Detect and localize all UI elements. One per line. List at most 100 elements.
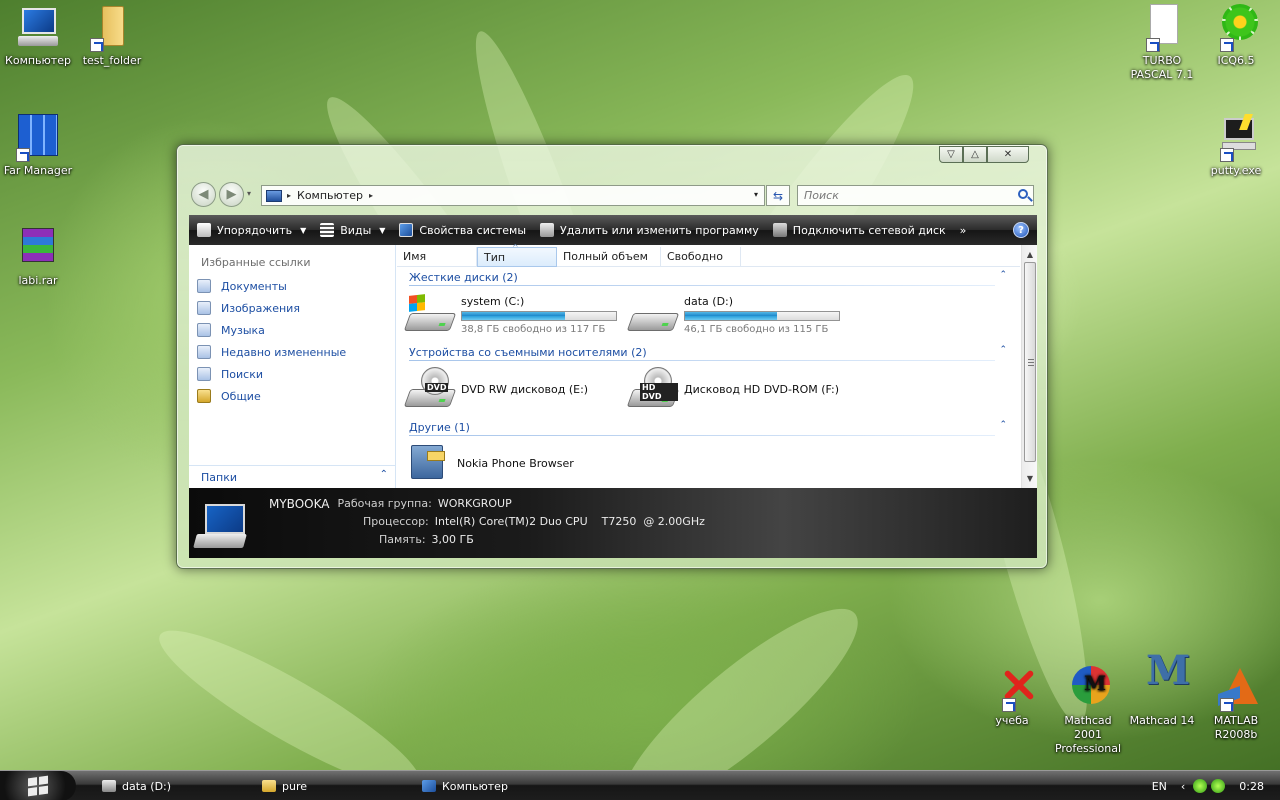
drive-f[interactable]: HD DVD Дисковод HD DVD-ROM (F:) [626, 367, 839, 407]
recent-icon [197, 345, 211, 359]
nav-link-searches[interactable]: Поиски [197, 367, 263, 381]
organize-button[interactable]: Упорядочить ▼ [197, 223, 306, 237]
nav-link-pictures[interactable]: Изображения [197, 301, 300, 315]
search-input[interactable]: Поиск [797, 185, 1034, 206]
scroll-down-button[interactable]: ▼ [1023, 471, 1037, 485]
views-icon [320, 223, 335, 237]
nav-link-label: Общие [221, 389, 261, 403]
system-tray: EN ‹ 0:28 [1152, 771, 1280, 800]
maximize-button[interactable]: △ [963, 146, 987, 163]
close-button[interactable]: ✕ [987, 146, 1029, 163]
desktop-icon-far-manager[interactable]: Far Manager [0, 114, 76, 178]
explorer-window[interactable]: ▽ △ ✕ ◀ ▶ ▾ ▸ Компьютер ▸ ▾ ⇆ Поиск Упор… [176, 144, 1048, 569]
minimize-button[interactable]: ▽ [939, 146, 963, 163]
navigation-bar: ◀ ▶ ▾ ▸ Компьютер ▸ ▾ ⇆ Поиск [191, 182, 1035, 208]
icq-tray-icon[interactable] [1193, 779, 1208, 793]
desktop-icon-label: labi.rar [18, 274, 58, 287]
refresh-button[interactable]: ⇆ [766, 185, 790, 206]
scroll-thumb[interactable] [1024, 262, 1036, 462]
recent-pages-dropdown[interactable]: ▾ [247, 189, 251, 198]
drive-icon [102, 780, 116, 792]
breadcrumb-computer[interactable]: Компьютер [297, 189, 363, 202]
forward-button[interactable]: ▶ [219, 182, 244, 207]
address-bar[interactable]: ▸ Компьютер ▸ ▾ [261, 185, 765, 206]
taskbar-button-computer[interactable]: Компьютер [422, 776, 508, 796]
back-button[interactable]: ◀ [191, 182, 216, 207]
show-hidden-icons-button[interactable]: ‹ [1181, 780, 1185, 793]
nav-link-music[interactable]: Музыка [197, 323, 265, 337]
help-button[interactable]: ? [1013, 222, 1029, 238]
nav-link-public[interactable]: Общие [197, 389, 261, 403]
group-header-removable[interactable]: Устройства со съемными носителями (2) ⌃ [409, 345, 1009, 362]
winrar-archive-icon [14, 224, 62, 272]
desktop-icon-ucheba[interactable]: учеба [974, 664, 1050, 728]
computer-icon [422, 780, 436, 792]
scroll-up-button[interactable]: ▲ [1023, 247, 1037, 261]
desktop-icon-mathcad-14[interactable]: M Mathcad 14 [1124, 651, 1200, 728]
breadcrumb-separator[interactable]: ▸ [369, 191, 373, 200]
group-header-other[interactable]: Другие (1) ⌃ [409, 420, 1009, 437]
views-button[interactable]: Виды ▼ [320, 223, 385, 237]
nav-link-documents[interactable]: Документы [197, 279, 287, 293]
column-header-free-space[interactable]: Свободно [661, 247, 741, 267]
memory-value: 3,00 ГБ [431, 533, 474, 546]
details-row-name: MYBOOKA Рабочая группа: WORKGROUP [269, 497, 512, 511]
group-title: Другие (1) [409, 421, 470, 434]
taskbar-button-label: Компьютер [442, 779, 508, 793]
hard-drive-windows-icon [403, 294, 457, 331]
chevron-down-icon: ▼ [300, 225, 307, 235]
folders-toggle[interactable]: Папки ⌃ [189, 465, 396, 488]
matlab-icon [1212, 664, 1260, 712]
uninstall-program-label: Удалить или изменить программу [560, 223, 759, 237]
language-indicator[interactable]: EN [1152, 780, 1167, 793]
putty-icon [1212, 114, 1260, 162]
nokia-phone-browser[interactable]: Nokia Phone Browser [409, 441, 574, 481]
drive-usage-bar [461, 311, 617, 321]
system-properties-button[interactable]: Свойства системы [399, 223, 526, 237]
desktop-icon-mathcad-2001[interactable]: M Mathcad 2001 Professional [1050, 664, 1126, 756]
desktop-icon-putty[interactable]: putty.exe [1198, 114, 1274, 178]
clock[interactable]: 0:28 [1239, 780, 1264, 793]
desktop-icon-test-folder[interactable]: test_folder [74, 4, 150, 68]
uninstall-program-button[interactable]: Удалить или изменить программу [540, 223, 759, 237]
map-network-drive-label: Подключить сетевой диск [792, 223, 946, 237]
drive-usage-fill [685, 312, 778, 320]
map-network-drive-button[interactable]: Подключить сетевой диск [772, 223, 946, 237]
desktop-icon-matlab[interactable]: MATLAB R2008b [1198, 664, 1274, 742]
drive-name: system (C:) [461, 295, 525, 308]
desktop-icon-label: Far Manager [3, 164, 73, 177]
more-commands-button[interactable]: » [960, 224, 967, 237]
folders-label: Папки [201, 471, 237, 484]
organize-label: Упорядочить [217, 223, 293, 237]
address-dropdown[interactable]: ▾ [754, 190, 758, 199]
views-label: Виды [340, 223, 372, 237]
desktop-icon-label: test_folder [82, 54, 142, 67]
search-placeholder: Поиск [804, 189, 839, 202]
column-header-total-size[interactable]: Полный объем [557, 247, 661, 267]
desktop-icon-computer[interactable]: Компьютер [0, 4, 76, 68]
details-row-memory: Память: 3,00 ГБ [379, 533, 474, 546]
desktop-icon-labi-rar[interactable]: labi.rar [0, 224, 76, 288]
breadcrumb-separator[interactable]: ▸ [287, 191, 291, 200]
vertical-scrollbar[interactable]: ▲ ▼ [1021, 245, 1037, 488]
column-header-name[interactable]: Имя [397, 247, 477, 267]
organize-icon [197, 223, 211, 237]
group-header-hard-disks[interactable]: Жесткие диски (2) ⌃ [409, 270, 1009, 287]
start-button[interactable] [0, 771, 76, 800]
chevron-up-icon: ⌃ [379, 469, 388, 480]
computer-name: MYBOOKA [269, 497, 330, 511]
drive-c[interactable]: system (C:) 38,8 ГБ свободно из 117 ГБ [403, 294, 617, 335]
network-tray-icon[interactable] [1211, 779, 1226, 793]
taskbar-button-data-d[interactable]: data (D:) [102, 776, 171, 796]
dvd-drive-icon: DVD [403, 367, 457, 407]
system-properties-label: Свойства системы [419, 223, 527, 237]
desktop-icon-turbo-pascal[interactable]: TURBO PASCAL 7.1 [1124, 4, 1200, 82]
search-icon[interactable] [1018, 189, 1028, 199]
desktop-icon-icq[interactable]: ICQ6.5 [1198, 4, 1274, 68]
nav-link-recently-changed[interactable]: Недавно измененные [197, 345, 346, 359]
column-header-type[interactable]: ^ Тип [477, 243, 557, 267]
taskbar-button-pure[interactable]: pure [262, 776, 307, 796]
drive-d[interactable]: data (D:) 46,1 ГБ свободно из 115 ГБ [626, 295, 840, 335]
memory-label: Память: [379, 533, 426, 546]
drive-e[interactable]: DVD DVD RW дисковод (E:) [403, 367, 588, 407]
